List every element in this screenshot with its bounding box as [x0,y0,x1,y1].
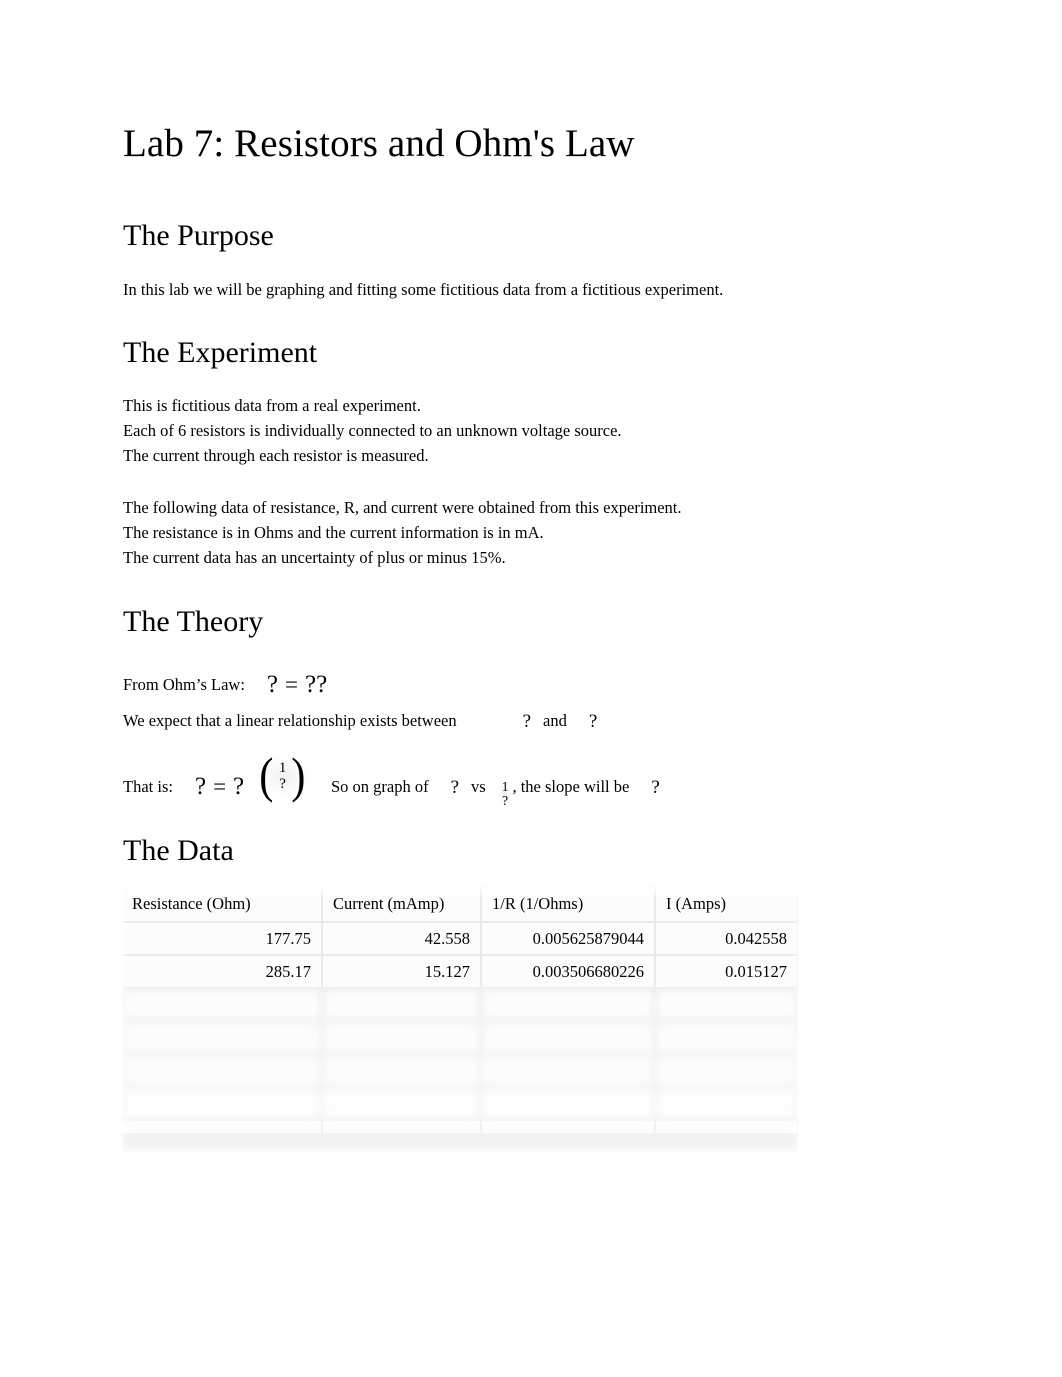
section-heading-purpose: The Purpose [123,219,274,252]
table-row-obscured [122,1021,798,1055]
fraction-denominator: ? [279,775,286,792]
cell-current: 15.127 [322,955,482,989]
experiment-line-3: The current through each resistor is mea… [123,446,429,465]
table-spacer-row [122,1120,798,1135]
cell-inverse-resistance: 0.005625879044 [481,922,656,956]
that-is-coefficient-symbol: ? [233,773,245,800]
cell-inverse-resistance: 0.003506680226 [481,955,656,989]
spacer-cell [655,1120,798,1135]
cell-resistance: 285.17 [122,955,323,989]
cell-resistance [122,1021,323,1055]
cell-current-amps [655,988,798,1022]
section-heading-experiment: The Experiment [123,336,318,369]
that-is-equals-sign: = [213,774,227,799]
cell-current-amps [655,1087,798,1121]
table-row-obscured [122,1087,798,1121]
cell-current [322,1054,482,1088]
parenthesized-fraction: ( 1 ? ) [256,747,309,803]
cell-current: 42.558 [322,922,482,956]
slope-variable: ? [651,777,660,798]
section-heading-data: The Data [123,834,234,867]
page-title: Lab 7: Resistors and Ohm's Law [123,122,635,165]
open-paren: ( [259,747,274,803]
experiment-paragraph-1: This is fictitious data from a real expe… [123,393,622,468]
ohms-law-label: From Ohm’s Law: [123,675,245,694]
inline-fraction-numerator: 1 [501,779,509,794]
cell-current-amps [655,1054,798,1088]
ohms-law-rhs-symbol: ?? [305,671,328,698]
relationship-variable-1: ? [522,711,532,732]
graph-y-variable: ? [450,777,460,798]
table-row: 285.17 15.127 0.003506680226 0.015127 [122,955,798,989]
cell-resistance [122,1087,323,1121]
versus-text: vs [471,777,486,796]
column-header-inverse-resistance: 1/R (1/Ohms) [481,884,656,923]
that-is-label: That is: [123,777,173,796]
that-is-equation-line: That is: ? = ? ( 1 ? ) So on graph of ? … [123,747,660,809]
table-row-obscured [122,1054,798,1088]
experiment-line-4: The following data of resistance, R, and… [123,498,682,517]
experiment-line-1: This is fictitious data from a real expe… [123,396,421,415]
ohms-law-equation-line: From Ohm’s Law: ? = ?? [123,670,328,698]
relationship-variable-2: ? [588,711,598,732]
cell-resistance: 177.75 [122,922,323,956]
cell-inverse-resistance [481,1021,656,1055]
fraction-numerator: 1 [278,760,287,777]
relationship-conjunction: and [543,711,567,730]
so-on-graph-text: So on graph of [330,777,429,796]
purpose-paragraph-line: In this lab we will be graphing and fitt… [123,280,724,299]
table-row-obscured [122,988,798,1022]
experiment-line-2: Each of 6 resistors is individually conn… [123,421,622,440]
table-header-row: Resistance (Ohm) Current (mAmp) 1/R (1/O… [122,884,798,923]
spacer-cell [481,1120,656,1135]
column-header-resistance: Resistance (Ohm) [122,884,323,923]
slope-text: , the slope will be [512,777,630,796]
cell-current-amps: 0.015127 [655,955,798,989]
inline-fraction-denominator: ? [502,793,509,809]
column-header-current: Current (mAmp) [322,884,482,923]
experiment-line-6: The current data has an uncertainty of p… [123,548,506,567]
cell-inverse-resistance [481,988,656,1022]
document-page: Lab 7: Resistors and Ohm's Law The Purpo… [0,0,1062,1377]
experiment-paragraph-2: The following data of resistance, R, and… [123,495,682,570]
data-table: Resistance (Ohm) Current (mAmp) 1/R (1/O… [122,884,798,1135]
cell-resistance [122,1054,323,1088]
ohms-law-lhs-symbol: ? [266,671,279,698]
cell-current [322,988,482,1022]
column-header-current-amps: I (Amps) [655,884,798,923]
table-row: 177.75 42.558 0.005625879044 0.042558 [122,922,798,956]
data-table-container: Resistance (Ohm) Current (mAmp) 1/R (1/O… [122,884,798,1152]
cell-current-amps: 0.042558 [655,922,798,956]
cell-current [322,1021,482,1055]
cell-inverse-resistance [481,1087,656,1121]
linear-relationship-text: We expect that a linear relationship exi… [123,711,457,730]
cell-current-amps [655,1021,798,1055]
experiment-line-5: The resistance is in Ohms and the curren… [123,523,544,542]
cell-current [322,1087,482,1121]
cell-resistance [122,988,323,1022]
ohms-law-equals-sign: = [285,672,299,697]
close-paren: ) [291,747,306,803]
that-is-lhs-symbol: ? [194,773,207,800]
spacer-cell [122,1120,323,1135]
inline-fraction-one-over-r: 1 ? [497,779,513,809]
fraction-one-over-r: 1 ? [275,760,291,792]
spacer-cell [322,1120,482,1135]
cell-inverse-resistance [481,1054,656,1088]
linear-relationship-line: We expect that a linear relationship exi… [123,711,598,732]
purpose-paragraph: In this lab we will be graphing and fitt… [123,277,723,302]
section-heading-theory: The Theory [123,605,264,638]
